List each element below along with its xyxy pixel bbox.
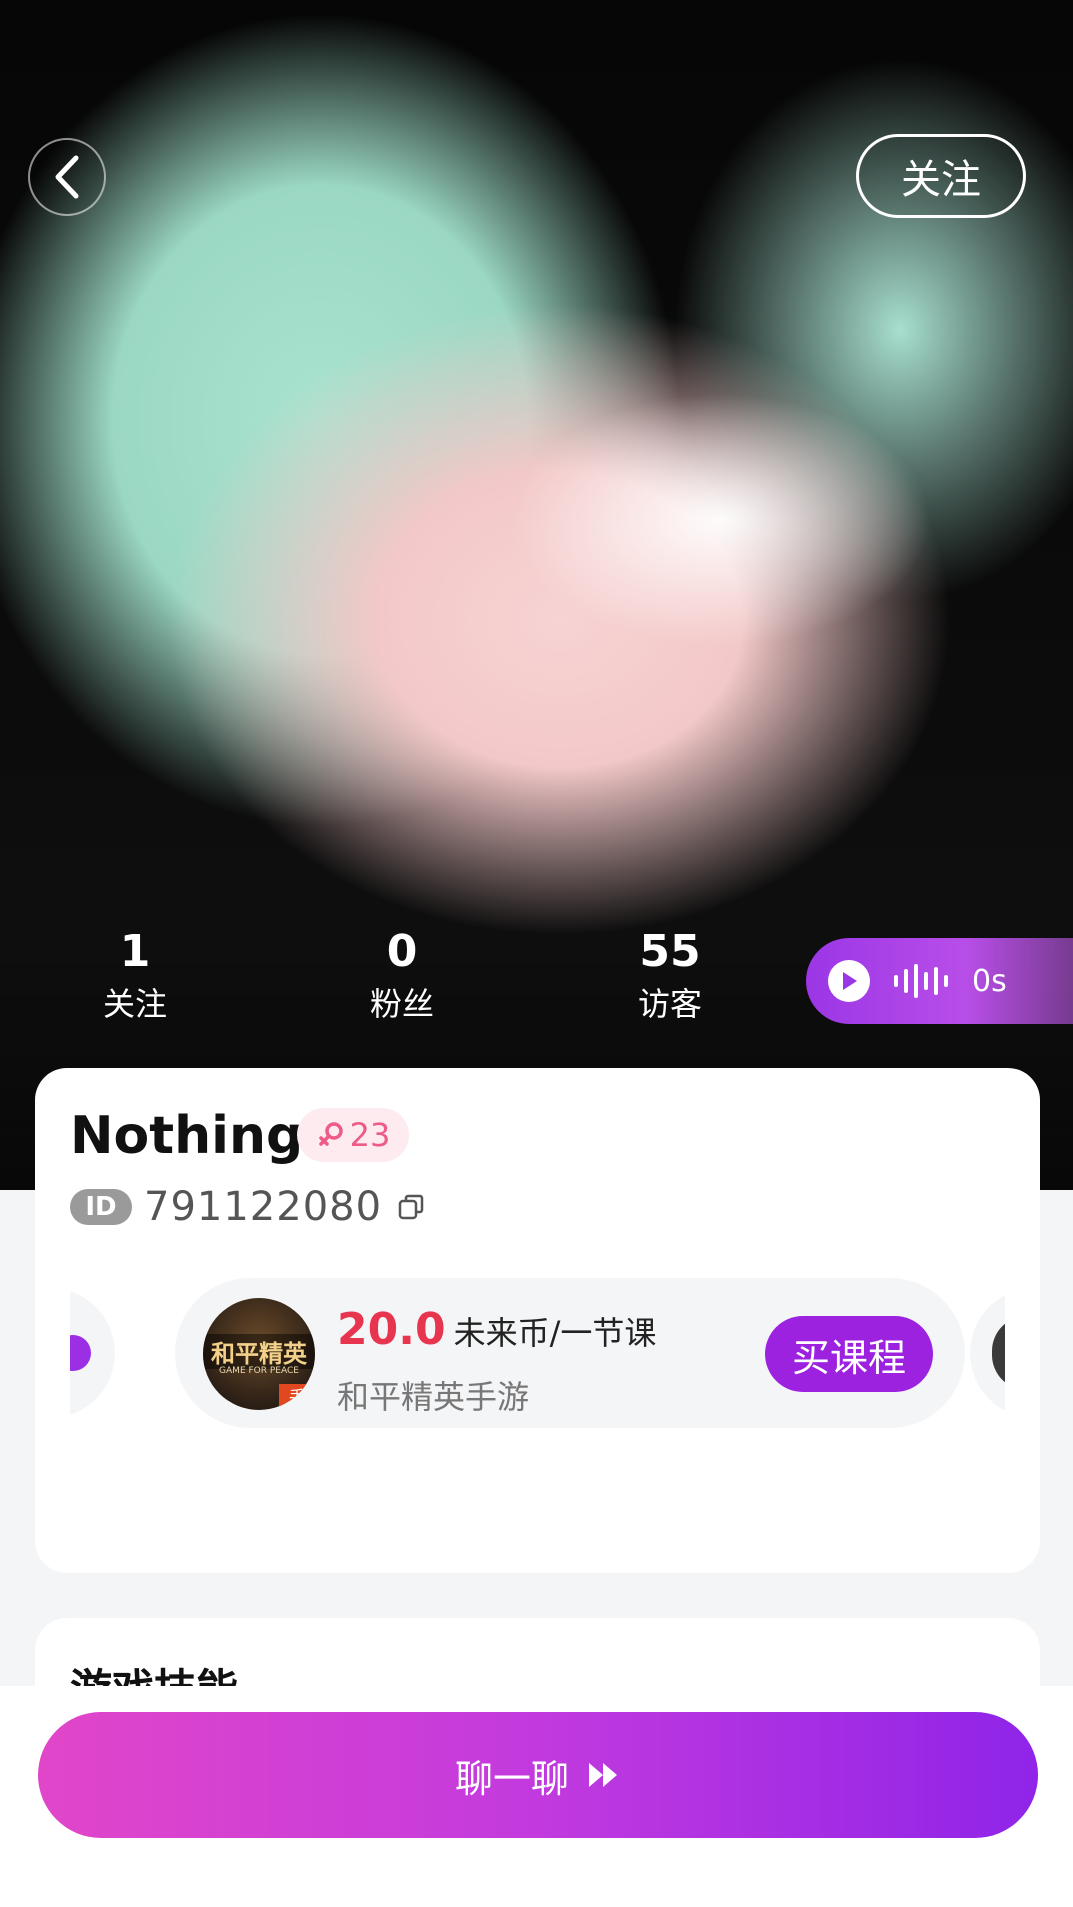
game-icon-title: 和平精英: [203, 1334, 315, 1369]
course-card-next[interactable]: [970, 1288, 1005, 1418]
stat-following-count: 1: [119, 926, 151, 977]
course-card-prev[interactable]: [70, 1288, 115, 1418]
female-icon: [318, 1122, 343, 1146]
stat-following[interactable]: 1 关注: [55, 925, 215, 1029]
stat-visitors[interactable]: 55 访客: [590, 925, 750, 1029]
id-tag: ID: [70, 1189, 132, 1225]
course-carousel[interactable]: 和平精英 GAME FOR PEACE 手 20.0 未来币/一节课 和平精英手…: [70, 1268, 1005, 1438]
bottom-bar: 聊一聊: [0, 1686, 1073, 1907]
chat-button-label: 聊一聊: [454, 1756, 569, 1801]
stat-fans-count: 0: [386, 926, 418, 977]
course-price: 20.0 未来币/一节课: [337, 1304, 656, 1355]
profile-stats: 1 关注 0 粉丝 55 访客: [0, 925, 800, 1035]
stat-visitors-label: 访客: [637, 985, 702, 1023]
profile-card: Nothing 23 ID 791122080 和平精英 GAME FOR PE…: [35, 1068, 1040, 1573]
soundwave-icon: [894, 964, 948, 998]
age-text: 23: [349, 1116, 391, 1154]
course-game-name: 和平精英手游: [337, 1378, 530, 1416]
game-icon: 和平精英 GAME FOR PEACE 手: [203, 1298, 315, 1410]
buy-course-button[interactable]: 买课程: [765, 1316, 933, 1392]
voice-intro-player[interactable]: 0s: [806, 938, 1073, 1024]
gender-age-badge: 23: [297, 1108, 409, 1162]
stat-following-label: 关注: [102, 985, 167, 1023]
follow-button[interactable]: 关注: [856, 134, 1026, 218]
course-price-unit: 未来币/一节课: [453, 1314, 657, 1352]
copy-icon[interactable]: [396, 1192, 426, 1222]
game-icon-subtitle: GAME FOR PEACE: [219, 1366, 299, 1376]
user-id-number: 791122080: [144, 1184, 383, 1230]
back-button[interactable]: [28, 138, 106, 216]
chat-button[interactable]: 聊一聊: [38, 1712, 1038, 1838]
course-card[interactable]: 和平精英 GAME FOR PEACE 手 20.0 未来币/一节课 和平精英手…: [175, 1278, 965, 1428]
fast-forward-icon: [589, 1763, 617, 1787]
course-price-amount: 20.0: [337, 1304, 446, 1355]
chevron-left-icon: [55, 155, 79, 199]
profile-cover-photo: 关注 1 关注 0 粉丝 55 访客 0s: [0, 0, 1073, 1190]
stat-fans-label: 粉丝: [369, 985, 434, 1023]
stat-visitors-count: 55: [639, 926, 701, 977]
stat-fans[interactable]: 0 粉丝: [322, 925, 482, 1029]
user-id-row: ID 791122080: [70, 1182, 426, 1232]
game-icon-tag: 手: [279, 1384, 315, 1410]
play-icon[interactable]: [828, 960, 870, 1002]
user-name: Nothing: [70, 1106, 304, 1166]
voice-duration: 0s: [972, 963, 1007, 999]
